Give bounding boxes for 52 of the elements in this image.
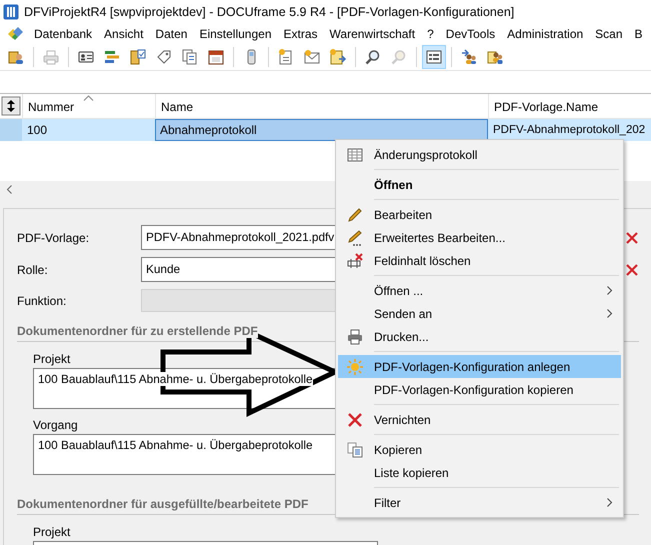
section-title: Dokumentenordner für ausgefüllte/bearbeitete PDF: [17, 497, 308, 511]
app-icon: [3, 4, 19, 20]
column-header[interactable]: Name: [155, 94, 488, 118]
sort-toggle-icon[interactable]: [0, 94, 22, 118]
field-label: Vorgang: [33, 418, 78, 432]
menu-item[interactable]: Administration: [501, 27, 590, 41]
menu-item[interactable]: Ansicht: [98, 27, 150, 41]
menu-item[interactable]: Filter: [338, 491, 621, 514]
menu-item[interactable]: Warenwirtschaft: [324, 27, 422, 41]
cross-icon: [347, 412, 363, 428]
field-label: Funktion:: [17, 294, 68, 308]
menu-item[interactable]: Öffnen ...: [338, 279, 621, 302]
table-icon: [347, 146, 363, 162]
clear-icon[interactable]: [625, 230, 639, 244]
menu-item[interactable]: B: [628, 27, 649, 41]
menu-item[interactable]: Drucken...: [338, 325, 621, 348]
menu-item[interactable]: Datenbank: [28, 27, 98, 41]
menu-item[interactable]: Bearbeiten: [338, 203, 621, 226]
field-label: PDF-Vorlage:: [17, 230, 90, 244]
app-icon: [6, 26, 24, 42]
menu-item[interactable]: Änderungsprotokoll: [338, 143, 621, 166]
menu-item[interactable]: Daten: [149, 27, 194, 41]
field-label: Projekt: [33, 525, 70, 539]
table-cell-text: PDFV-Abnahmeprotokoll_202: [492, 123, 646, 138]
printer-icon: [347, 328, 363, 344]
menu-item[interactable]: DevTools: [440, 27, 502, 41]
column-header[interactable]: Nummer: [22, 94, 155, 118]
section-title: Dokumentenordner für zu erstellende PDF: [17, 324, 258, 338]
menu-item[interactable]: Scan: [589, 27, 629, 41]
column-header[interactable]: PDF-Vorlage.Name: [488, 94, 651, 118]
menu-item[interactable]: ?: [421, 27, 440, 41]
table-cell-text: 100: [26, 122, 48, 139]
field-label: Projekt: [33, 352, 70, 366]
field-label: Rolle:: [17, 262, 49, 276]
menu-item[interactable]: Öffnen: [338, 173, 621, 196]
list-view-icon[interactable]: [422, 45, 446, 69]
menu-item[interactable]: Einstellungen: [193, 27, 278, 41]
clear-field-icon: [347, 252, 363, 268]
menu-item[interactable]: Feldinhalt löschen: [338, 249, 621, 272]
menu-item[interactable]: Vernichten: [338, 408, 621, 431]
clear-icon[interactable]: [625, 262, 639, 276]
menu-item[interactable]: Extras: [278, 27, 324, 41]
menu-item[interactable]: Erweitertes Bearbeiten...: [338, 226, 621, 249]
pencil-icon: [347, 206, 363, 222]
table-cell: Abnahmeprotokoll: [155, 119, 488, 141]
scroll-left-icon: [6, 185, 13, 194]
menu-item[interactable]: PDF-Vorlagen-Konfiguration anlegen: [338, 355, 621, 378]
copy-icon: [347, 442, 363, 458]
sun-icon: [347, 358, 363, 374]
pencil-icon: [347, 230, 363, 246]
window-title: DFViProjektR4 [swpviprojektdev] - DOCUframe 5.9 R4 - [PDF-Vorlagen-Konfigurationen]: [24, 5, 514, 19]
menu-item[interactable]: Senden an: [338, 302, 621, 325]
